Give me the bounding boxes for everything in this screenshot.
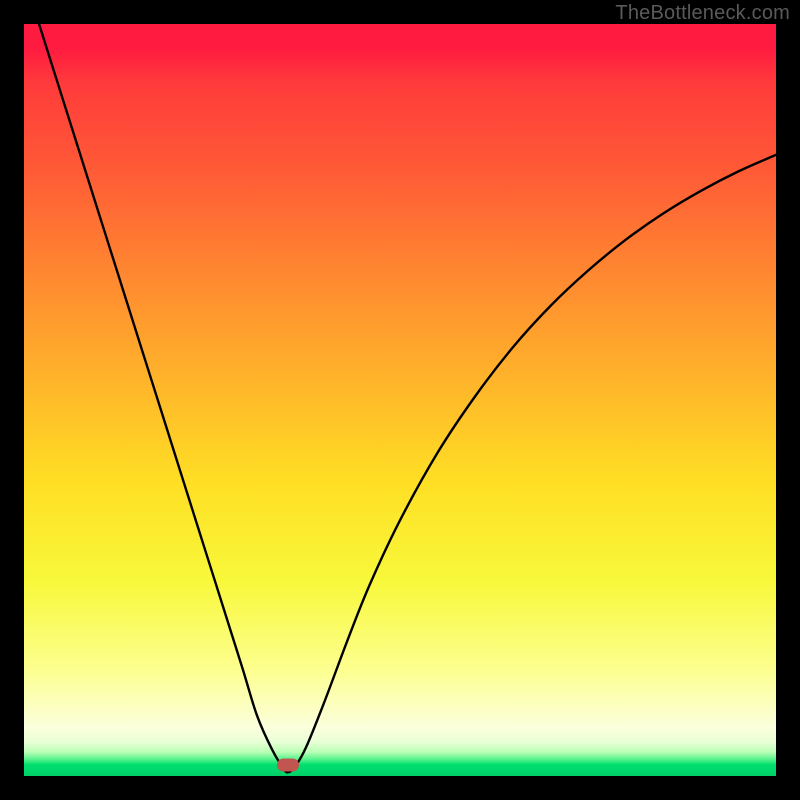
bottleneck-curve — [24, 24, 776, 776]
optimal-point-marker — [277, 759, 299, 772]
watermark-text: TheBottleneck.com — [615, 2, 790, 25]
plot-area — [24, 24, 776, 776]
chart-frame: TheBottleneck.com — [0, 0, 800, 800]
